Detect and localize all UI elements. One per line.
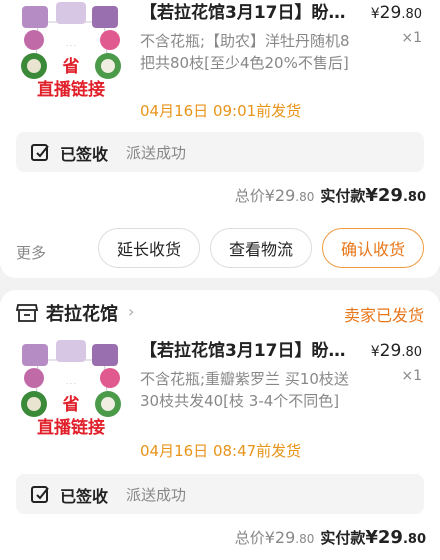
shipping-promise: 04月16日 08:47前发货 (140, 442, 302, 460)
order-product[interactable]: · · · 省 直播链接 【若拉花馆3月17日】盼盼... ¥29.80 不含花… (16, 0, 424, 120)
more-button[interactable]: 更多 (16, 242, 46, 263)
product-quantity: ×1 (401, 368, 422, 384)
total-label: 总价 (234, 529, 265, 547)
product-quantity: ×1 (401, 30, 422, 46)
total-label: 总价 (234, 187, 265, 205)
thumb-province-text: 省 (62, 56, 80, 77)
extend-receipt-button[interactable]: 延长收货 (98, 228, 200, 268)
sign-title: 已签收 (60, 487, 109, 506)
product-spec: 不含花瓶;重瓣紫罗兰 买10枝送30枝共发40[枝 3-4个不同色] (140, 370, 349, 410)
sign-status-box[interactable]: 已签收 派送成功 (16, 474, 424, 514)
thumb-live-text: 直播链接 (37, 417, 105, 438)
paid-label: 实付款 (320, 187, 366, 205)
paid-label: 实付款 (320, 529, 366, 547)
svg-text:· · ·: · · · (66, 381, 76, 388)
shop-icon (16, 304, 38, 322)
order-card: 若拉花馆 › 卖家已发货 · · · 省 直播链接 【若拉花馆3月17日】盼盼.… (0, 290, 440, 560)
signed-icon (31, 144, 49, 161)
view-logistics-button[interactable]: 查看物流 (210, 228, 312, 268)
confirm-receipt-button[interactable]: 确认收货 (322, 228, 424, 268)
order-product[interactable]: · · · 省 直播链接 【若拉花馆3月17日】盼盼... ¥29.80 不含花… (16, 338, 424, 460)
sign-title: 已签收 (60, 145, 109, 164)
product-spec: 不含花瓶;【助农】洋牡丹随机8把共80枝[至少4色20%不售后] (140, 32, 350, 72)
sign-desc: 派送成功 (126, 486, 187, 504)
shipping-promise: 04月16日 09:01前发货 (140, 102, 302, 120)
signed-icon (31, 486, 49, 503)
shop-name[interactable]: 若拉花馆 (46, 300, 118, 326)
thumb-province-text: 省 (62, 394, 80, 415)
order-totals: 总价¥29.80 实付款¥29.80 (235, 527, 426, 548)
thumb-live-text: 直播链接 (37, 79, 105, 100)
total-price: ¥29.80 (264, 186, 315, 205)
sign-desc: 派送成功 (126, 144, 187, 162)
svg-text:· · ·: · · · (66, 43, 76, 50)
order-card: · · · 省 直播链接 【若拉花馆3月17日】盼盼... ¥29.80 不含花… (0, 0, 440, 278)
order-totals: 总价¥29.80 实付款¥29.80 (235, 185, 426, 206)
chevron-right-icon[interactable]: › (128, 302, 134, 321)
product-price: ¥29.80 (370, 341, 422, 361)
order-status: 卖家已发货 (343, 306, 424, 325)
product-thumbnail[interactable]: · · · 省 直播链接 (16, 0, 126, 100)
product-name: 【若拉花馆3月17日】盼盼... (140, 341, 350, 361)
sign-status-box[interactable]: 已签收 派送成功 (16, 132, 424, 172)
total-price: ¥29.80 (264, 528, 315, 547)
product-thumbnail[interactable]: · · · 省 直播链接 (16, 338, 126, 438)
paid-price: ¥29.80 (365, 527, 426, 548)
paid-price: ¥29.80 (365, 185, 426, 206)
product-price: ¥29.80 (370, 3, 422, 23)
product-name: 【若拉花馆3月17日】盼盼... (140, 3, 350, 23)
